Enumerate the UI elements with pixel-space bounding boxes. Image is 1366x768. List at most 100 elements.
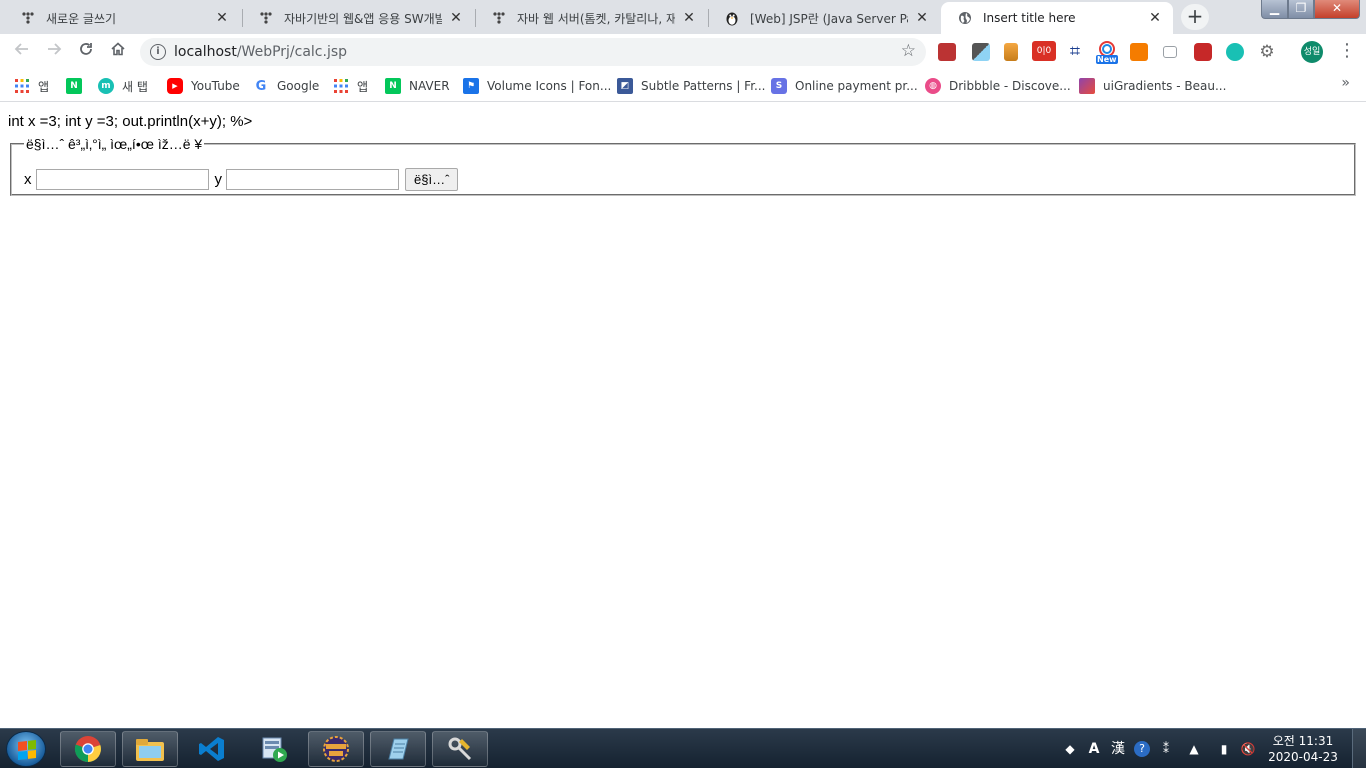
bookmark-label: Dribbble - Discove... [949,79,1071,93]
penguin-icon [724,10,740,26]
taskbar-notepad[interactable] [370,731,426,767]
m-extension-icon[interactable] [1226,43,1244,61]
apps-grid-icon [333,78,349,94]
show-hidden-icons-icon[interactable]: ▲ [1186,741,1202,757]
taskbar-vscode[interactable] [184,731,240,767]
start-button[interactable] [6,731,46,767]
taskbar-media-player[interactable] [246,731,302,767]
add-submit-button[interactable]: ë§ì…ˆ [405,168,459,191]
close-icon[interactable]: ✕ [1147,10,1163,26]
counter-extension-icon[interactable]: 0|0 [1032,41,1056,61]
bookmark-online-payment[interactable]: S Online payment pr... [771,76,918,96]
flag-icon: ⚑ [463,78,479,94]
bookmark-uigradients[interactable]: uiGradients - Beau... [1079,76,1226,96]
reload-icon [80,43,92,55]
close-icon[interactable]: ✕ [681,10,697,26]
bookmark-naver[interactable]: N NAVER [385,76,450,96]
tistory-icon [491,10,507,26]
globe-icon [957,10,973,26]
tab-jsp-article[interactable]: [Web] JSP란 (Java Server Pages ✕ [708,2,940,34]
bookmark-google[interactable]: G Google [253,76,320,96]
close-window-button[interactable]: ✕ [1314,0,1360,19]
system-tray: ◆ A 漢 ? ⁑ ▲ ▮ 🔇 [1058,729,1260,768]
ime-mode-icon[interactable]: A [1086,741,1102,757]
bookmark-youtube[interactable]: ▶ YouTube [167,76,240,96]
bookmark-apps-2[interactable]: 앱 [333,76,368,96]
menu-kebab-icon[interactable]: ⋮ [1338,40,1356,61]
red-play-extension-icon[interactable] [1194,43,1212,61]
bookmark-naver-icon-only[interactable]: N [66,76,90,96]
bookmark-label: uiGradients - Beau... [1103,79,1227,93]
bookmark-label: 앱 [38,79,50,94]
bookmark-label: NAVER [409,79,450,93]
calc-fieldset: ë§ì…ˆ ê³„ì‚°ì„ ìœ„í•œ ìž…ë ¥ x y ë§ì…ˆ [10,136,1356,196]
pdf-extension-icon[interactable] [938,43,956,61]
new-tab-button[interactable]: + [1181,4,1209,30]
bookmark-label: 새 탭 [122,79,148,94]
back-button[interactable] [10,40,34,64]
bookmark-volume-icons[interactable]: ⚑ Volume Icons | Fon... [463,76,611,96]
tab-java-web-app[interactable]: 자바기반의 웹&앱 응용 SW개발 ✕ [242,2,474,34]
volume-muted-icon[interactable]: 🔇 [1240,741,1256,757]
notepad-icon [388,738,409,760]
maximize-button[interactable]: ❐ [1288,0,1314,19]
profile-avatar[interactable]: 성일 [1301,41,1323,63]
taskbar-file-explorer[interactable] [122,731,178,767]
uigradients-icon [1079,78,1095,94]
taskbar-tools[interactable] [432,731,488,767]
x-label: x [24,171,32,188]
window-extension-icon[interactable] [1163,46,1177,58]
taskbar-clock[interactable]: 오전 11:31 2020-04-23 [1266,733,1340,765]
dribbble-icon: ◍ [925,78,941,94]
close-icon[interactable]: ✕ [914,10,930,26]
battery-icon[interactable]: ▮ [1216,741,1232,757]
help-icon[interactable]: ? [1134,741,1150,757]
browser-toolbar: i localhost/WebPrj/calc.jsp ☆ 0|0 ⌗ New … [0,34,1366,70]
network-tray-icon[interactable]: ◆ [1062,741,1078,757]
reload-button[interactable] [74,40,98,64]
media-player-icon [262,737,287,762]
home-button[interactable] [106,40,130,64]
bookmark-dribbble[interactable]: ◍ Dribbble - Discove... [925,76,1071,96]
y-input[interactable] [226,169,399,190]
tab-insert-title[interactable]: Insert title here ✕ [941,2,1173,34]
new-extension-icon[interactable]: New [1095,40,1119,64]
eyedropper-extension-icon[interactable] [972,43,990,61]
bookmark-new-tab[interactable]: m 새 탭 [98,76,148,96]
tab-strip: 새로운 글쓰기 ✕ 자바기반의 웹&앱 응용 SW개발 ✕ 자바 웹 서버(톰켓… [0,0,1366,34]
bookmark-label: Online payment pr... [795,79,918,93]
raw-jsp-output: int x =3; int y =3; out.println(x+y); %> [8,113,253,130]
tag-extension-icon[interactable] [1004,43,1018,61]
close-icon[interactable]: ✕ [448,10,464,26]
bookmark-apps[interactable]: 앱 [14,76,49,96]
calc-form-row: x y ë§ì…ˆ [24,168,459,191]
bookmarks-overflow-icon[interactable]: » [1341,75,1350,91]
bookmark-star-icon[interactable]: ☆ [901,41,916,61]
youtube-icon: ▶ [167,78,183,94]
tab-title: 자바 웹 서버(톰켓, 카탈리나, 재 [517,11,675,26]
stripe-icon: S [771,78,787,94]
info-icon[interactable]: i [150,44,166,60]
windows-logo-icon [18,740,36,760]
tab-title: 새로운 글쓰기 [46,11,117,26]
minimize-button[interactable]: ▁ [1261,0,1288,19]
tab-java-web-server[interactable]: 자바 웹 서버(톰켓, 카탈리나, 재 ✕ [475,2,707,34]
vscode-icon [199,737,224,761]
gear-extension-icon[interactable]: ⚙ [1258,43,1276,61]
grid-extension-icon[interactable]: ⌗ [1066,43,1084,61]
ime-hanja-icon[interactable]: 漢 [1110,741,1126,757]
forward-button[interactable] [42,40,66,64]
address-bar[interactable]: i localhost/WebPrj/calc.jsp ☆ [140,38,926,66]
eclipse-javaee-icon [323,736,349,762]
ime-options-icon[interactable]: ⁑ [1158,741,1174,757]
url-host: localhost [174,44,237,60]
taskbar-eclipse[interactable] [308,731,364,767]
naver-icon: N [66,78,82,94]
x-input[interactable] [35,169,209,190]
taskbar-chrome[interactable] [60,731,116,767]
orange-extension-icon[interactable] [1130,43,1148,61]
show-desktop-button[interactable] [1352,729,1366,768]
bookmark-subtle-patterns[interactable]: ◩ Subtle Patterns | Fr... [617,76,765,96]
close-icon[interactable]: ✕ [214,10,230,26]
tab-new-post[interactable]: 새로운 글쓰기 ✕ [4,2,240,34]
